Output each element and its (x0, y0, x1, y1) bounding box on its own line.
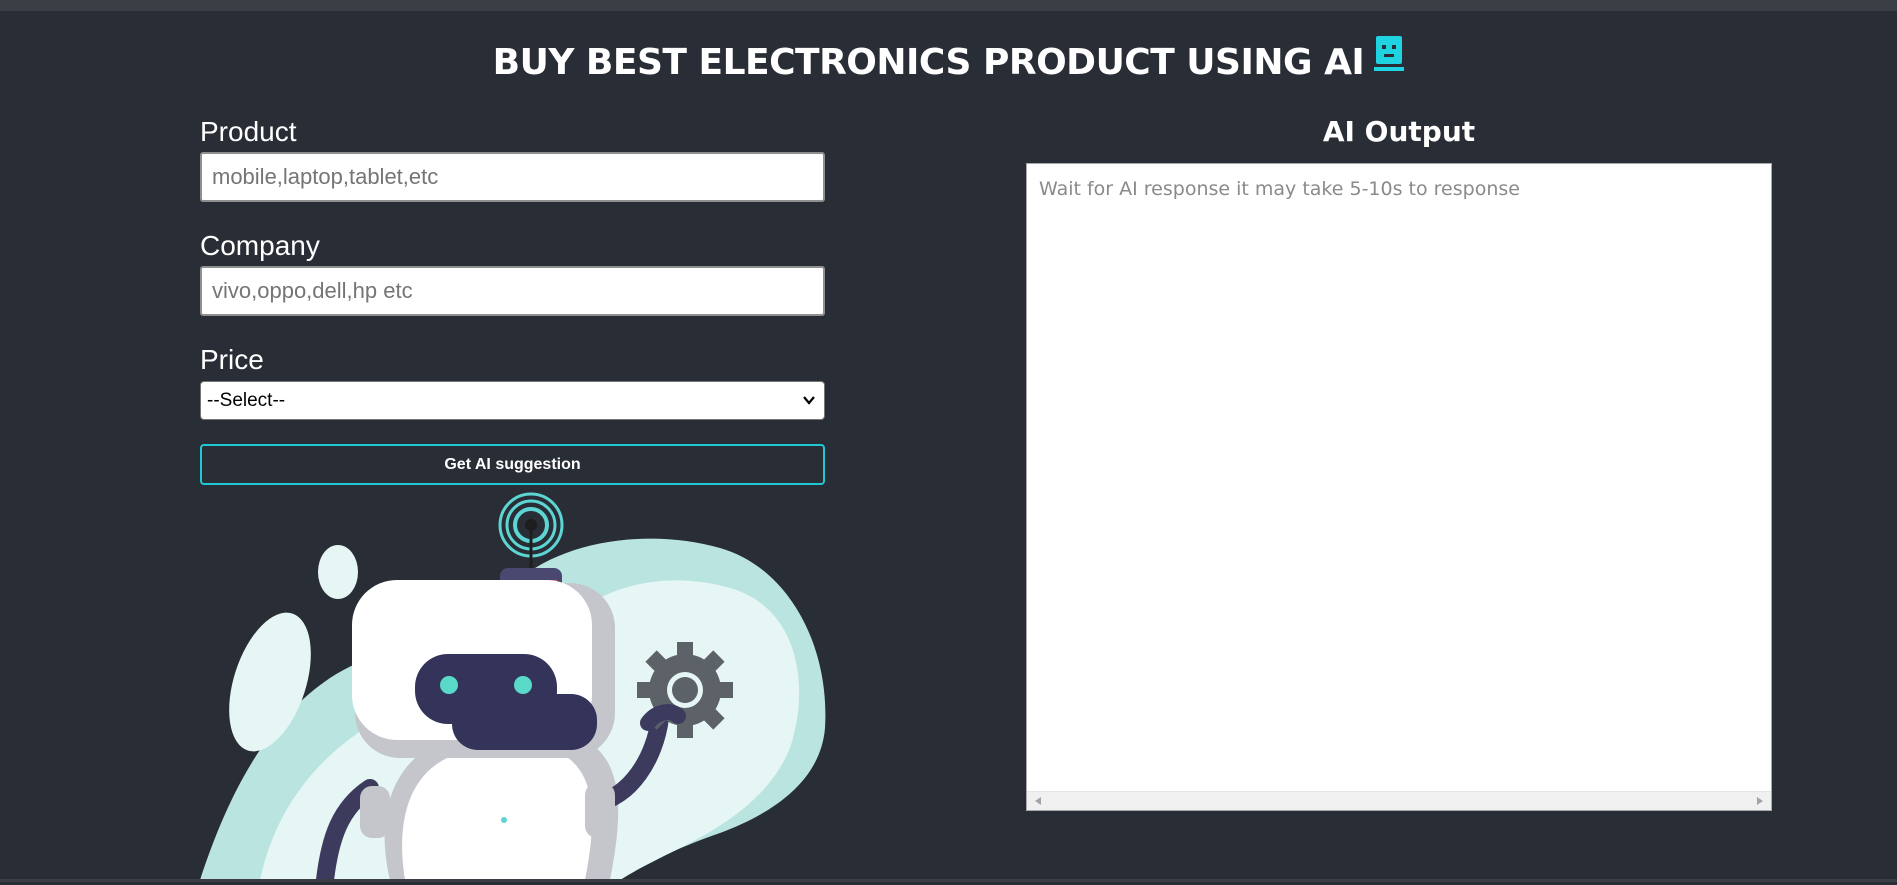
ai-output-textarea[interactable]: Wait for AI response it may take 5-10s t… (1026, 163, 1772, 811)
product-label: Product (200, 116, 297, 147)
robot-illustration (200, 488, 840, 885)
scroll-left-icon[interactable] (1035, 797, 1041, 805)
price-label: Price (200, 344, 264, 375)
output-placeholder: Wait for AI response it may take 5-10s t… (1039, 178, 1520, 200)
company-label: Company (200, 230, 320, 261)
horizontal-scrollbar[interactable] (1027, 791, 1771, 810)
output-heading: AI Output (1322, 115, 1476, 148)
page-title-text: BUY BEST ELECTRONICS PRODUCT USING AI (492, 42, 1365, 83)
chevron-down-icon (802, 391, 816, 413)
top-bar (0, 0, 1897, 11)
robot-face-icon (1374, 34, 1405, 88)
scroll-right-icon[interactable] (1757, 797, 1763, 805)
price-select-value: --Select-- (207, 390, 286, 411)
price-select[interactable]: --Select-- (200, 381, 825, 420)
page-title: BUY BEST ELECTRONICS PRODUCT USING AI (0, 36, 1897, 90)
company-input[interactable] (200, 266, 825, 316)
get-ai-suggestion-button[interactable]: Get AI suggestion (200, 444, 825, 485)
product-input[interactable] (200, 152, 825, 202)
